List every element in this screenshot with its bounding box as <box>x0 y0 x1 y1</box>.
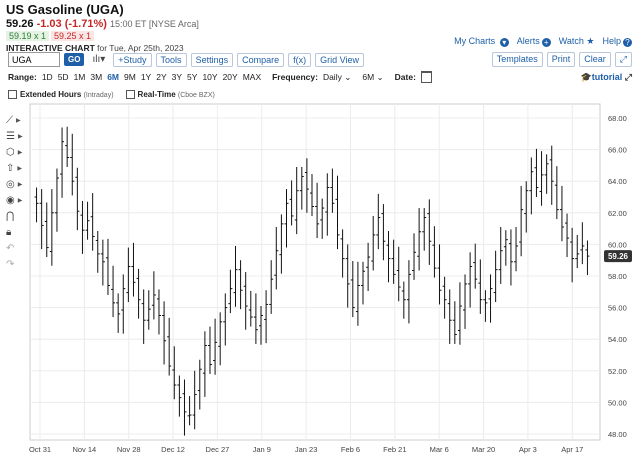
x-tick-label: Dec 12 <box>161 445 185 454</box>
plot-frame <box>29 103 601 441</box>
y-tick-label: 68.00 <box>608 114 627 123</box>
y-tick-label: 58.00 <box>608 272 627 281</box>
x-tick-label: Nov 28 <box>117 445 141 454</box>
x-tick-label: Dec 27 <box>206 445 230 454</box>
price-chart[interactable]: 48.00 50.00 52.00 54.00 56.00 58.00 60.00 62.00… <box>0 0 640 461</box>
last-price-label: 59.26 <box>608 252 629 261</box>
x-tick-label: Mar 6 <box>430 445 449 454</box>
x-tick-label: Jan 23 <box>295 445 318 454</box>
x-tick-label: Feb 21 <box>383 445 406 454</box>
y-tick-label: 54.00 <box>608 335 627 344</box>
x-tick-label: Mar 20 <box>472 445 495 454</box>
y-tick-label: 66.00 <box>608 146 627 155</box>
x-tick-label: Jan 9 <box>253 445 271 454</box>
y-tick-label: 62.00 <box>608 209 627 218</box>
y-tick-label: 64.00 <box>608 177 627 186</box>
y-tick-label: 56.00 <box>608 304 627 313</box>
y-tick-label: 52.00 <box>608 367 627 376</box>
x-tick-label: Apr 3 <box>519 445 537 454</box>
y-tick-label: 48.00 <box>608 430 627 439</box>
y-tick-label: 60.00 <box>608 240 627 249</box>
x-tick-label: Apr 17 <box>561 445 583 454</box>
x-tick-label: Nov 14 <box>72 445 96 454</box>
x-tick-label: Oct 31 <box>29 445 51 454</box>
x-tick-label: Feb 6 <box>341 445 360 454</box>
y-tick-label: 50.00 <box>608 398 627 407</box>
